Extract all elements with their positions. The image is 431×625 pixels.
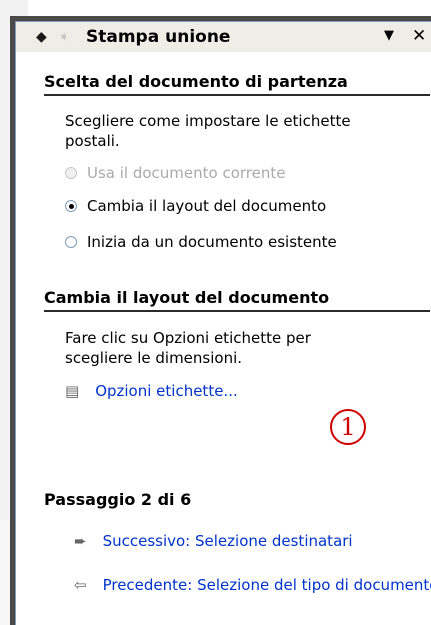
radio-use-current-document[interactable]: Usa il documento corrente: [65, 164, 286, 182]
annotation-number-badge: 1: [330, 409, 366, 445]
next-step-link[interactable]: ➨ Successivo: Selezione destinatari: [74, 532, 353, 550]
next-arrow-icon: ➨: [74, 532, 87, 550]
radio-button-indicator-selected[interactable]: [65, 200, 77, 212]
task-pane-titlebar: ◆ ➧ Stampa unione ▼ ✕: [16, 22, 431, 52]
close-icon[interactable]: ✕: [412, 26, 426, 46]
label-options-link[interactable]: ▤ Opzioni etichette...: [65, 382, 238, 400]
radio-label: Inizia da un documento esistente: [87, 233, 337, 251]
section1-description-line1: Scegliere come impostare le etichette: [65, 112, 351, 130]
back-arrow-icon[interactable]: ◆: [36, 29, 54, 45]
radio-button-indicator[interactable]: [65, 236, 77, 248]
previous-step-link[interactable]: ⇦ Precedente: Selezione del tipo di docu…: [74, 576, 431, 594]
previous-arrow-icon: ⇦: [74, 576, 87, 594]
dropdown-icon[interactable]: ▼: [384, 28, 394, 43]
radio-label: Cambia il layout del documento: [87, 197, 327, 215]
label-options-link-text[interactable]: Opzioni etichette...: [95, 382, 238, 400]
next-step-label[interactable]: Successivo: Selezione destinatari: [103, 532, 353, 550]
task-pane: ◆ ➧ Stampa unione ▼ ✕ Scelta del documen…: [15, 21, 431, 625]
previous-step-label[interactable]: Precedente: Selezione del tipo di docume…: [103, 576, 431, 594]
radio-button-indicator[interactable]: [65, 167, 77, 179]
section-heading-start-document: Scelta del documento di partenza: [44, 72, 430, 96]
section1-description-line2: postali.: [65, 132, 120, 150]
section2-description-line2: scegliere le dimensioni.: [65, 349, 243, 367]
task-pane-title: Stampa unione: [86, 27, 231, 47]
section-heading-change-layout: Cambia il layout del documento: [44, 288, 430, 312]
forward-arrow-icon[interactable]: ➧: [58, 29, 76, 45]
radio-start-from-existing[interactable]: Inizia da un documento esistente: [65, 233, 337, 251]
radio-label: Usa il documento corrente: [87, 164, 286, 182]
document-icon: ▤: [65, 382, 80, 400]
step-indicator: Passaggio 2 di 6: [44, 490, 192, 509]
radio-change-layout[interactable]: Cambia il layout del documento: [65, 197, 326, 215]
section2-description-line1: Fare clic su Opzioni etichette per: [65, 329, 311, 347]
task-pane-frame: ◆ ➧ Stampa unione ▼ ✕ Scelta del documen…: [10, 16, 431, 625]
